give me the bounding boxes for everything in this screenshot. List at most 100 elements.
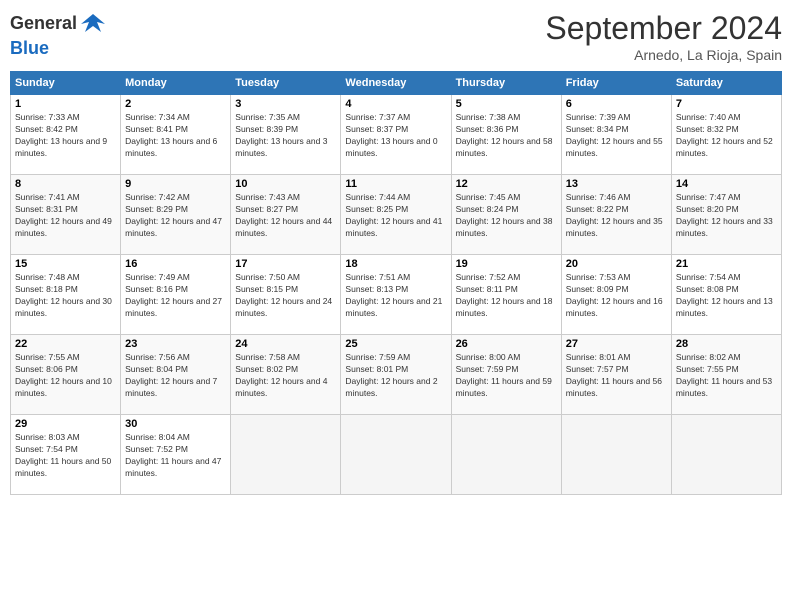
calendar-cell: 15Sunrise: 7:48 AMSunset: 8:18 PMDayligh… xyxy=(11,255,121,335)
day-number: 14 xyxy=(676,178,777,190)
page-header: General Blue September 2024 Arnedo, La R… xyxy=(10,10,782,63)
calendar-cell: 13 Sunrise: 7:46 AMSunset: 8:22 PMDayligh… xyxy=(561,175,671,255)
week-row: 22 Sunrise: 7:55 AMSunset: 8:06 PMDayligh… xyxy=(11,335,782,415)
calendar-cell: 17 Sunrise: 7:50 AMSunset: 8:15 PMDayligh… xyxy=(231,255,341,335)
day-info: Sunrise: 7:51 AMSunset: 8:13 PMDaylight:… xyxy=(345,272,446,320)
calendar-cell: 11Sunrise: 7:44 AMSunset: 8:25 PMDayligh… xyxy=(341,175,451,255)
day-info: Sunrise: 7:50 AMSunset: 8:15 PMDaylight:… xyxy=(235,272,336,320)
calendar-cell: 3 Sunrise: 7:35 AMSunset: 8:39 PMDaylight… xyxy=(231,95,341,175)
day-info: Sunrise: 8:02 AMSunset: 7:55 PMDaylight:… xyxy=(676,352,777,400)
day-info: Sunrise: 7:58 AMSunset: 8:02 PMDaylight:… xyxy=(235,352,336,400)
day-number: 28 xyxy=(676,338,777,350)
calendar-cell: 26 Sunrise: 8:00 AMSunset: 7:59 PMDayligh… xyxy=(451,335,561,415)
col-header-saturday: Saturday xyxy=(671,72,781,95)
calendar-cell: 19Sunrise: 7:52 AMSunset: 8:11 PMDayligh… xyxy=(451,255,561,335)
calendar-cell: 6 Sunrise: 7:39 AMSunset: 8:34 PMDaylight… xyxy=(561,95,671,175)
calendar-cell: 28 Sunrise: 8:02 AMSunset: 7:55 PMDayligh… xyxy=(671,335,781,415)
month-title: September 2024 xyxy=(545,10,782,47)
calendar-cell: 23 Sunrise: 7:56 AMSunset: 8:04 PMDayligh… xyxy=(121,335,231,415)
day-number: 29 xyxy=(15,418,116,430)
day-number: 22 xyxy=(15,338,116,350)
logo-bird-icon xyxy=(79,10,107,38)
day-number: 21 xyxy=(676,258,777,270)
calendar-cell: 7 Sunrise: 7:40 AMSunset: 8:32 PMDaylight… xyxy=(671,95,781,175)
calendar-cell: 25 Sunrise: 7:59 AMSunset: 8:01 PMDayligh… xyxy=(341,335,451,415)
day-number: 4 xyxy=(345,98,446,110)
calendar-cell xyxy=(451,415,561,495)
day-number: 10 xyxy=(235,178,336,190)
title-block: September 2024 Arnedo, La Rioja, Spain xyxy=(545,10,782,63)
day-number: 16 xyxy=(125,258,226,270)
day-number: 7 xyxy=(676,98,777,110)
calendar-cell: 18Sunrise: 7:51 AMSunset: 8:13 PMDayligh… xyxy=(341,255,451,335)
day-number: 20 xyxy=(566,258,667,270)
day-info: Sunrise: 8:00 AMSunset: 7:59 PMDaylight:… xyxy=(456,352,557,400)
calendar-cell: 14 Sunrise: 7:47 AMSunset: 8:20 PMDayligh… xyxy=(671,175,781,255)
week-row: 8 Sunrise: 7:41 AMSunset: 8:31 PMDaylight… xyxy=(11,175,782,255)
day-info: Sunrise: 7:54 AMSunset: 8:08 PMDaylight:… xyxy=(676,272,777,320)
calendar-cell: 10 Sunrise: 7:43 AMSunset: 8:27 PMDayligh… xyxy=(231,175,341,255)
day-info: Sunrise: 7:44 AMSunset: 8:25 PMDaylight:… xyxy=(345,192,446,240)
logo: General Blue xyxy=(10,10,107,60)
calendar-cell: 8 Sunrise: 7:41 AMSunset: 8:31 PMDaylight… xyxy=(11,175,121,255)
location: Arnedo, La Rioja, Spain xyxy=(545,47,782,63)
day-number: 8 xyxy=(15,178,116,190)
col-header-friday: Friday xyxy=(561,72,671,95)
day-info: Sunrise: 7:35 AMSunset: 8:39 PMDaylight:… xyxy=(235,112,336,160)
day-info: Sunrise: 7:37 AMSunset: 8:37 PMDaylight:… xyxy=(345,112,446,160)
calendar-cell xyxy=(231,415,341,495)
day-number: 12 xyxy=(456,178,557,190)
day-info: Sunrise: 7:39 AMSunset: 8:34 PMDaylight:… xyxy=(566,112,667,160)
day-number: 25 xyxy=(345,338,446,350)
calendar-cell xyxy=(341,415,451,495)
calendar-cell xyxy=(671,415,781,495)
calendar-body: 1Sunrise: 7:33 AMSunset: 8:42 PMDaylight… xyxy=(11,95,782,495)
col-header-thursday: Thursday xyxy=(451,72,561,95)
day-info: Sunrise: 7:47 AMSunset: 8:20 PMDaylight:… xyxy=(676,192,777,240)
week-row: 15Sunrise: 7:48 AMSunset: 8:18 PMDayligh… xyxy=(11,255,782,335)
day-number: 24 xyxy=(235,338,336,350)
col-header-wednesday: Wednesday xyxy=(341,72,451,95)
day-number: 3 xyxy=(235,98,336,110)
day-number: 23 xyxy=(125,338,226,350)
day-number: 5 xyxy=(456,98,557,110)
day-info: Sunrise: 7:56 AMSunset: 8:04 PMDaylight:… xyxy=(125,352,226,400)
col-header-monday: Monday xyxy=(121,72,231,95)
day-info: Sunrise: 7:55 AMSunset: 8:06 PMDaylight:… xyxy=(15,352,116,400)
day-number: 26 xyxy=(456,338,557,350)
day-info: Sunrise: 7:34 AMSunset: 8:41 PMDaylight:… xyxy=(125,112,226,160)
week-row: 1Sunrise: 7:33 AMSunset: 8:42 PMDaylight… xyxy=(11,95,782,175)
week-row: 29 Sunrise: 8:03 AMSunset: 7:54 PMDayligh… xyxy=(11,415,782,495)
day-info: Sunrise: 7:59 AMSunset: 8:01 PMDaylight:… xyxy=(345,352,446,400)
day-info: Sunrise: 7:48 AMSunset: 8:18 PMDaylight:… xyxy=(15,272,116,320)
day-info: Sunrise: 7:41 AMSunset: 8:31 PMDaylight:… xyxy=(15,192,116,240)
day-info: Sunrise: 7:42 AMSunset: 8:29 PMDaylight:… xyxy=(125,192,226,240)
day-info: Sunrise: 7:49 AMSunset: 8:16 PMDaylight:… xyxy=(125,272,226,320)
day-number: 9 xyxy=(125,178,226,190)
day-info: Sunrise: 7:46 AMSunset: 8:22 PMDaylight:… xyxy=(566,192,667,240)
day-info: Sunrise: 8:03 AMSunset: 7:54 PMDaylight:… xyxy=(15,432,116,480)
col-header-tuesday: Tuesday xyxy=(231,72,341,95)
day-number: 17 xyxy=(235,258,336,270)
day-info: Sunrise: 8:04 AMSunset: 7:52 PMDaylight:… xyxy=(125,432,226,480)
calendar-cell: 12 Sunrise: 7:45 AMSunset: 8:24 PMDayligh… xyxy=(451,175,561,255)
calendar-cell: 1Sunrise: 7:33 AMSunset: 8:42 PMDaylight… xyxy=(11,95,121,175)
day-number: 1 xyxy=(15,98,116,110)
calendar-cell: 5 Sunrise: 7:38 AMSunset: 8:36 PMDaylight… xyxy=(451,95,561,175)
calendar-cell: 2Sunrise: 7:34 AMSunset: 8:41 PMDaylight… xyxy=(121,95,231,175)
col-header-sunday: Sunday xyxy=(11,72,121,95)
day-number: 27 xyxy=(566,338,667,350)
day-number: 13 xyxy=(566,178,667,190)
calendar-cell: 4 Sunrise: 7:37 AMSunset: 8:37 PMDaylight… xyxy=(341,95,451,175)
calendar-cell: 24 Sunrise: 7:58 AMSunset: 8:02 PMDayligh… xyxy=(231,335,341,415)
day-number: 6 xyxy=(566,98,667,110)
calendar-cell: 30Sunrise: 8:04 AMSunset: 7:52 PMDayligh… xyxy=(121,415,231,495)
day-info: Sunrise: 7:43 AMSunset: 8:27 PMDaylight:… xyxy=(235,192,336,240)
logo-blue: Blue xyxy=(10,38,49,58)
logo-general: General xyxy=(10,13,77,33)
day-info: Sunrise: 7:45 AMSunset: 8:24 PMDaylight:… xyxy=(456,192,557,240)
day-info: Sunrise: 7:38 AMSunset: 8:36 PMDaylight:… xyxy=(456,112,557,160)
day-info: Sunrise: 7:40 AMSunset: 8:32 PMDaylight:… xyxy=(676,112,777,160)
calendar-cell: 27Sunrise: 8:01 AMSunset: 7:57 PMDayligh… xyxy=(561,335,671,415)
calendar-cell: 29 Sunrise: 8:03 AMSunset: 7:54 PMDayligh… xyxy=(11,415,121,495)
